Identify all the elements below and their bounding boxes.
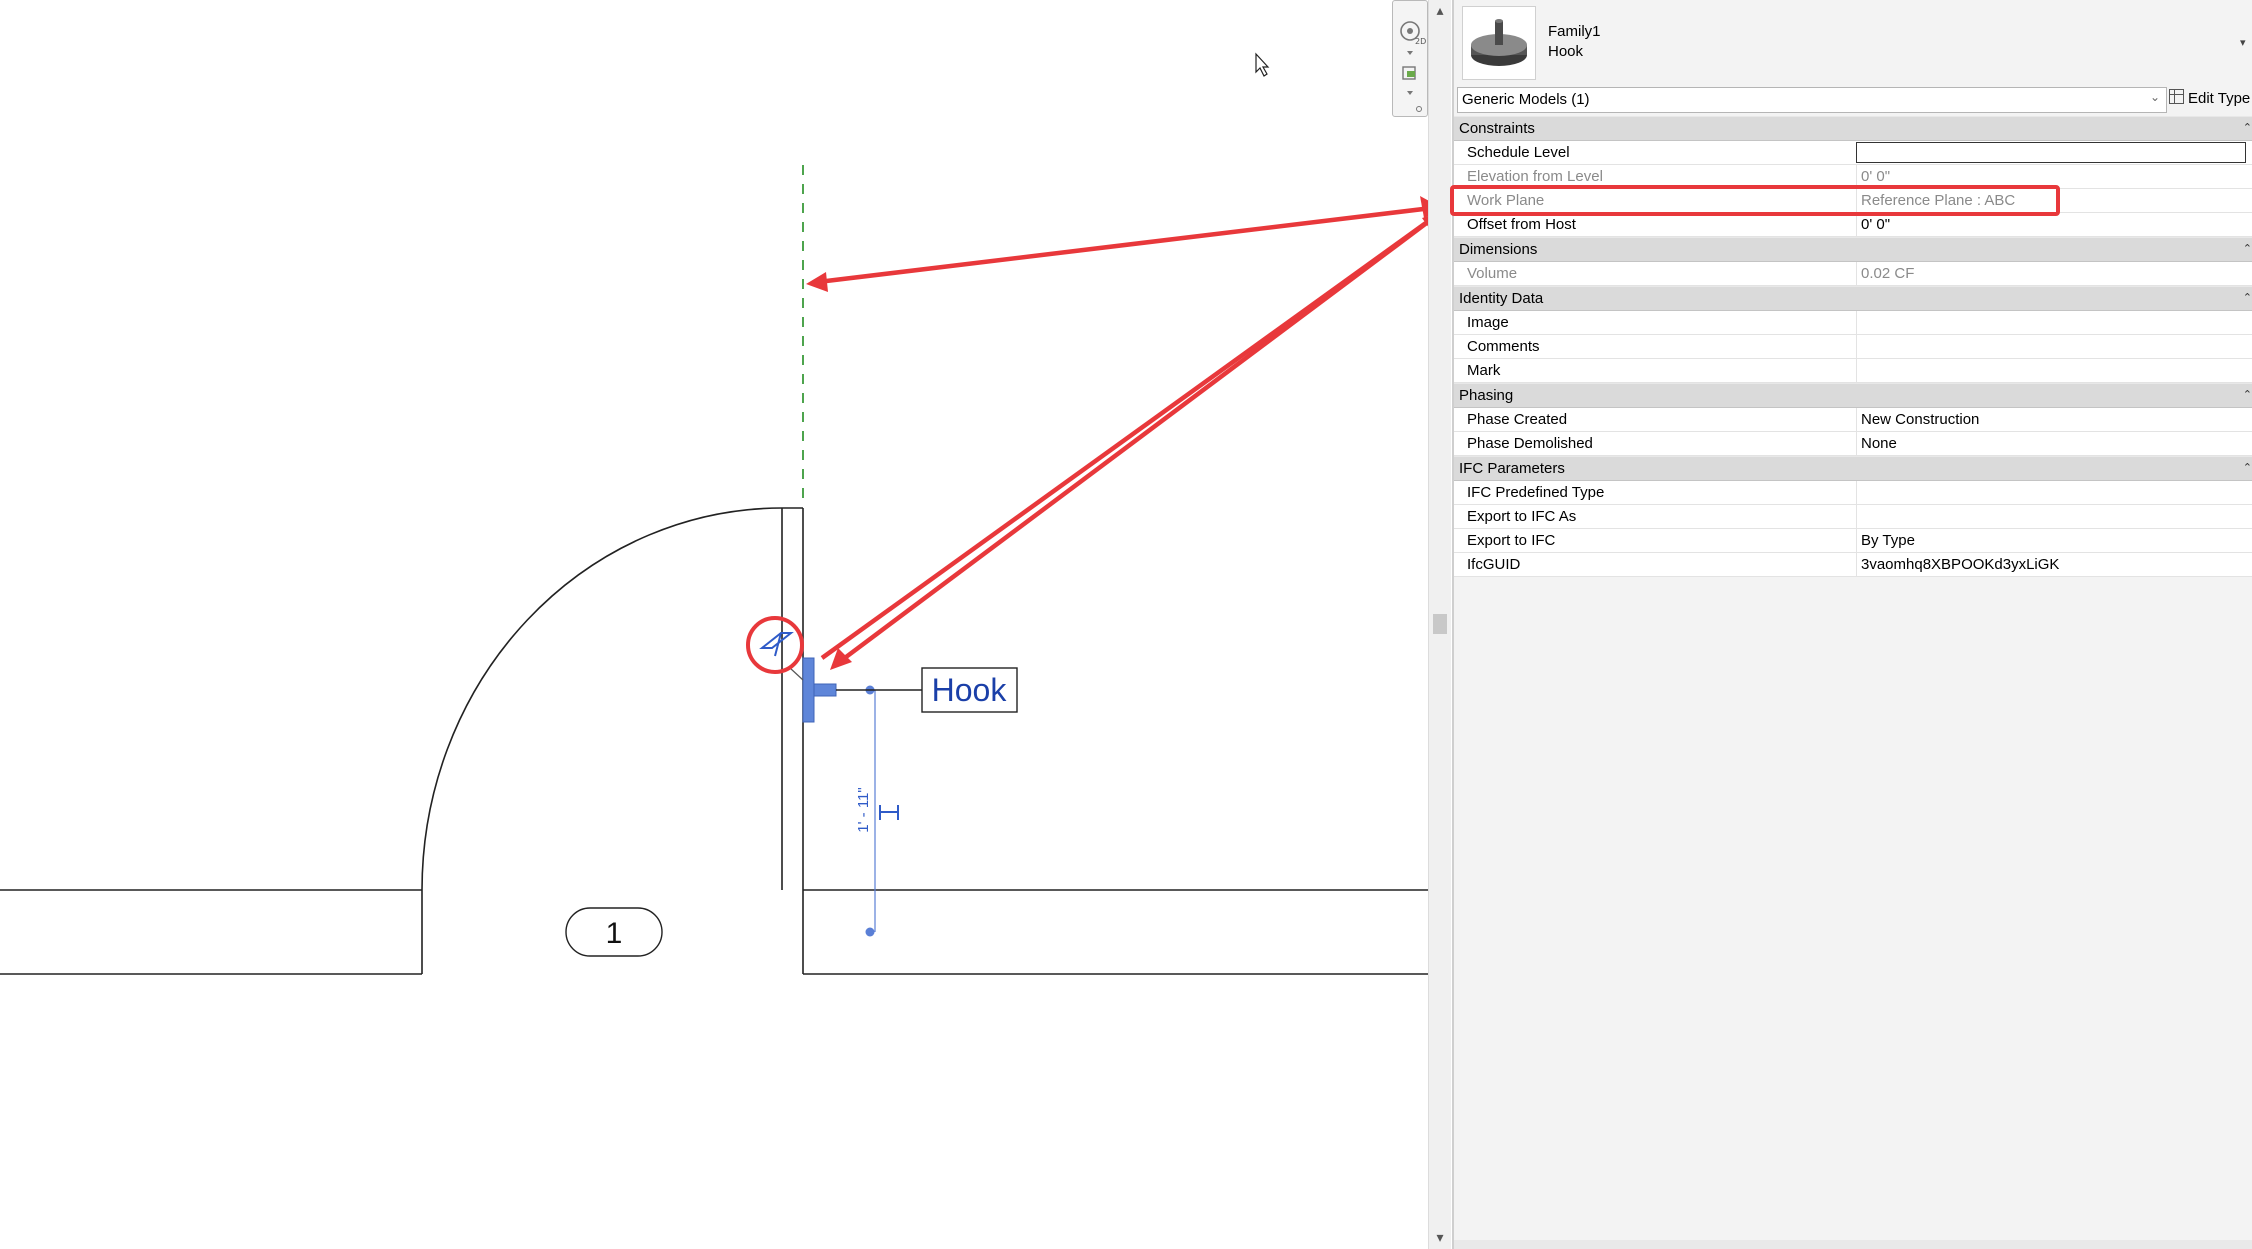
property-name: Offset from Host [1467,216,1576,233]
property-row-work-plane: Work Plane Reference Plane : ABC [1454,189,2252,213]
property-value: Reference Plane : ABC [1856,189,2252,212]
properties-palette: Family1 Hook ▾ Generic Models (1) ⌄ Edit… [1450,0,2252,1249]
group-constraints[interactable]: Constraints ⌃ [1454,116,2252,141]
property-row-image[interactable]: Image [1454,311,2252,335]
family-name: Family1 [1548,23,1601,40]
collapse-icon[interactable]: ⌃ [2243,238,2252,261]
hook-tag[interactable]: Hook [921,667,1018,713]
group-label: IFC Parameters [1459,460,1565,477]
dimension-text[interactable]: 1' - 11" [855,787,872,832]
scroll-up-arrow-icon[interactable]: ▴ [1429,0,1451,22]
walls [0,507,1428,975]
property-name: Mark [1467,362,1501,379]
navigation-bar[interactable]: 2D [1392,0,1428,117]
property-value[interactable]: By Type [1856,529,2252,552]
properties-grid: Constraints ⌃ Schedule Level Elevation fr… [1454,116,2252,577]
group-label: Phasing [1459,387,1514,404]
property-row-phase-demolished[interactable]: Phase Demolished None [1454,432,2252,456]
property-value[interactable] [1856,359,2252,382]
hook-tag-label: Hook [932,672,1008,708]
property-name: Export to IFC [1467,532,1556,549]
property-row-ifc-predefined-type[interactable]: IFC Predefined Type [1454,481,2252,505]
collapse-icon[interactable]: ⌃ [2243,117,2252,140]
type-selector-header[interactable]: Family1 Hook ▾ [1454,0,2252,84]
property-row-mark[interactable]: Mark [1454,359,2252,383]
collapse-icon[interactable]: ⌃ [2243,457,2252,480]
property-value[interactable] [1856,505,2252,528]
property-row-comments[interactable]: Comments [1454,335,2252,359]
zoom-region-icon[interactable] [1402,66,1416,95]
property-name: Comments [1467,338,1540,355]
property-name: Phase Demolished [1467,435,1593,452]
property-row-phase-created[interactable]: Phase Created New Construction [1454,408,2252,432]
property-row-ifcguid[interactable]: IfcGUID 3vaomhq8XBPOOKd3yxLiGK [1454,553,2252,577]
property-name: Phase Created [1467,411,1568,428]
group-label: Dimensions [1459,241,1538,258]
property-row-elevation-from-level: Elevation from Level 0' 0" [1454,165,2252,189]
arrowheads [806,196,1428,670]
svg-text:2D: 2D [1415,37,1426,46]
collapse-icon[interactable]: ⌃ [2243,287,2252,310]
group-label: Identity Data [1459,290,1544,307]
property-row-offset-from-host[interactable]: Offset from Host 0' 0" [1454,213,2252,237]
property-value: 0' 0" [1856,165,2252,188]
property-name: IFC Predefined Type [1467,484,1605,501]
property-name: Schedule Level [1467,144,1570,161]
group-ifc-parameters[interactable]: IFC Parameters ⌃ [1454,456,2252,481]
scroll-down-arrow-icon[interactable]: ▾ [1429,1227,1451,1249]
edit-type-icon [2169,89,2184,104]
scroll-thumb[interactable] [1433,614,1447,634]
steering-wheel-icon[interactable]: 2D [1400,21,1426,55]
type-dropdown-chevron-icon[interactable]: ▾ [2240,36,2246,49]
annotation-arrows [817,206,1428,662]
floor-plan-view[interactable]: 1' - 11" Hook 1 [0,0,1428,1249]
property-name: Elevation from Level [1467,168,1603,185]
property-value[interactable] [1856,481,2252,504]
property-value[interactable]: 0' 0" [1856,213,2252,236]
property-name: Volume [1467,265,1518,282]
mouse-cursor [1255,52,1270,77]
property-value[interactable]: None [1856,432,2252,455]
palette-footer [1454,1240,2252,1249]
property-value-input[interactable] [1856,142,2246,163]
property-row-schedule-level[interactable]: Schedule Level [1454,141,2252,165]
group-label: Constraints [1459,120,1535,137]
instance-filter-label: Generic Models (1) [1462,91,1590,108]
canvas-vertical-scrollbar[interactable]: ▴ ▾ [1428,0,1451,1249]
property-row-volume: Volume 0.02 CF [1454,262,2252,286]
property-name: Image [1467,314,1509,331]
room-number: 1 [606,917,623,950]
collapse-icon[interactable]: ⌃ [2243,384,2252,407]
property-value[interactable] [1856,311,2252,334]
work-plane-icon[interactable] [746,616,804,674]
property-value: 0.02 CF [1856,262,2252,285]
instance-filter-dropdown[interactable]: Generic Models (1) ⌄ [1457,87,2167,113]
property-row-export-to-ifc-as[interactable]: Export to IFC As [1454,505,2252,529]
door-swing-arc [421,507,783,891]
group-dimensions[interactable]: Dimensions ⌃ [1454,237,2252,262]
property-value[interactable] [1856,335,2252,358]
property-name: Work Plane [1467,192,1545,209]
edit-type-button[interactable]: Edit Type [2169,87,2250,111]
property-name: IfcGUID [1467,556,1521,573]
property-name: Export to IFC As [1467,508,1577,525]
group-identity-data[interactable]: Identity Data ⌃ [1454,286,2252,311]
group-phasing[interactable]: Phasing ⌃ [1454,383,2252,408]
chevron-down-icon[interactable]: ⌄ [2150,90,2160,104]
property-value[interactable]: New Construction [1856,408,2252,431]
hook-family-instance[interactable] [789,657,922,723]
dimension[interactable]: 1' - 11" [855,685,899,937]
type-name: Hook [1548,43,1584,60]
edit-type-label: Edit Type [2188,90,2251,107]
drawing-canvas[interactable]: 1' - 11" Hook 1 2D [0,0,1428,1249]
room-tag[interactable]: 1 [565,907,663,957]
family-thumbnail [1462,6,1536,80]
property-value[interactable]: 3vaomhq8XBPOOKd3yxLiGK [1856,553,2252,576]
property-row-export-to-ifc[interactable]: Export to IFC By Type [1454,529,2252,553]
